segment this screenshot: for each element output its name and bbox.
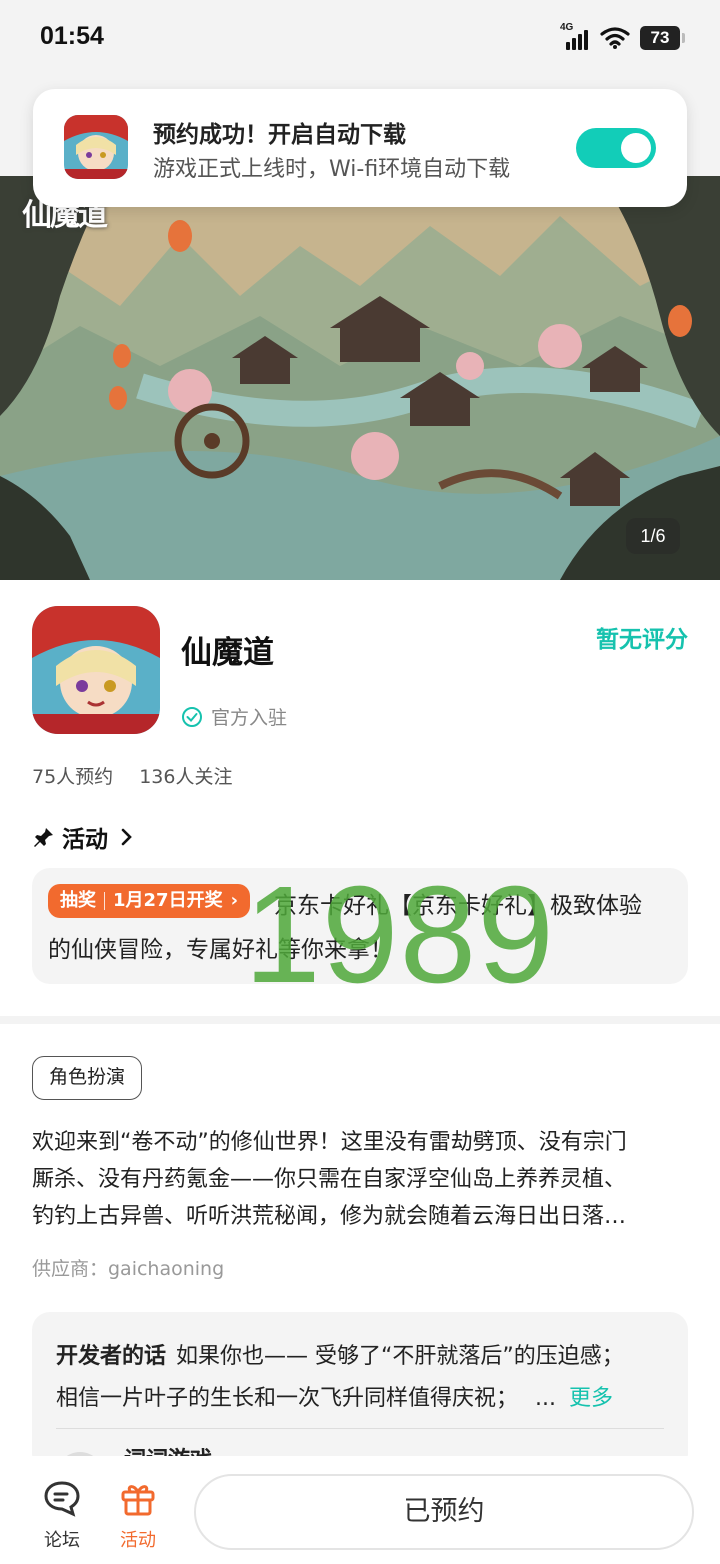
rating-status: 暂无评分: [596, 627, 688, 653]
description-line: 厮杀、没有丹药氪金——你只需在自家浮空仙岛上养养灵植、: [32, 1167, 627, 1192]
description-line: 欢迎来到“卷不动”的修仙世界！这里没有雷劫劈顶、没有宗门: [32, 1130, 627, 1155]
bottom-action-bar: 论坛 活动 已预约: [0, 1456, 720, 1564]
official-badge: 官方入驻: [181, 703, 287, 730]
battery-icon: 73: [640, 26, 685, 50]
verified-check-icon: [182, 706, 202, 727]
cellular-signal-icon: 4G: [560, 22, 590, 52]
toast-title: 预约成功！开启自动下载: [153, 122, 406, 148]
developer-note-label: 开发者的话: [56, 1344, 167, 1369]
banner-page-counter: 1/6: [626, 518, 680, 554]
badge-chevron-icon: ›: [230, 890, 238, 911]
gift-icon: [121, 1485, 155, 1516]
genre-tag[interactable]: 角色扮演: [32, 1056, 143, 1100]
activity-section-header[interactable]: 活动: [32, 820, 138, 854]
banner-artwork: [0, 176, 720, 580]
game-stats: 75人预约 136人关注: [32, 762, 232, 789]
reservation-success-toast: 预约成功！开启自动下载 游戏正式上线时，Wi-fi环境自动下载: [33, 89, 687, 207]
lottery-type: 抽奖: [60, 890, 96, 911]
developer-note-ellipsis: ...: [535, 1386, 556, 1411]
chevron-right-icon: [121, 828, 132, 846]
wifi-icon: [600, 27, 630, 49]
status-bar: 01:54 4G 73: [0, 0, 720, 80]
toast-subtitle: 游戏正式上线时，Wi-fi环境自动下载: [153, 157, 511, 182]
more-link[interactable]: 更多: [569, 1386, 613, 1411]
watermark: 1989: [244, 858, 555, 1012]
supplier-info: 供应商：gaichaoning: [32, 1258, 225, 1280]
auto-download-toggle[interactable]: [576, 128, 656, 168]
lottery-badge: 抽奖 1月27日开奖 ›: [48, 884, 250, 918]
forum-chat-icon: [44, 1481, 80, 1517]
developer-note-line2: 相信一片叶子的生长和一次飞升同样值得庆祝； ... 更多: [56, 1380, 613, 1412]
section-divider: [0, 1016, 720, 1024]
status-time: 01:54: [40, 22, 104, 50]
game-title: 仙魔道: [181, 635, 274, 671]
developer-note-divider: [56, 1428, 664, 1429]
lottery-date: 1月27日开奖: [113, 890, 223, 911]
nav-activity[interactable]: 活动: [108, 1478, 168, 1552]
pin-icon: [34, 828, 53, 847]
reserved-button[interactable]: 已预约: [194, 1474, 694, 1550]
game-icon: [32, 606, 160, 734]
status-icons: 4G 73: [560, 22, 685, 54]
game-description[interactable]: 欢迎来到“卷不动”的修仙世界！这里没有雷劫劈顶、没有宗门 厮杀、没有丹药氪金——…: [32, 1124, 688, 1235]
game-icon-small: [64, 115, 128, 179]
screenshot-banner[interactable]: 仙魔道 1/6: [0, 176, 720, 580]
official-badge-label: 官方入驻: [211, 707, 288, 729]
description-line: 钓钓上古异兽、听听洪荒秘闻，修为就会随着云海日出日落…: [32, 1204, 627, 1229]
developer-note-text2: 相信一片叶子的生长和一次飞升同样值得庆祝；: [56, 1386, 519, 1411]
nav-forum-label: 论坛: [44, 1530, 80, 1551]
toggle-knob: [621, 133, 651, 163]
developer-note-card[interactable]: 开发者的话 如果你也—— 受够了“不肝就落后”的压迫感； 相信一片叶子的生长和一次…: [32, 1312, 688, 1472]
follower-count: 136人关注: [139, 766, 233, 788]
nav-forum[interactable]: 论坛: [32, 1478, 92, 1552]
network-type: 4G: [560, 22, 574, 33]
activity-heading: 活动: [62, 827, 108, 853]
nav-activity-label: 活动: [120, 1530, 156, 1551]
badge-divider: [104, 892, 105, 910]
reservation-count: 75人预约: [32, 766, 114, 788]
developer-note-line1: 开发者的话 如果你也—— 受够了“不肝就落后”的压迫感；: [56, 1338, 624, 1370]
developer-note-text1: 如果你也—— 受够了“不肝就落后”的压迫感；: [176, 1344, 624, 1369]
